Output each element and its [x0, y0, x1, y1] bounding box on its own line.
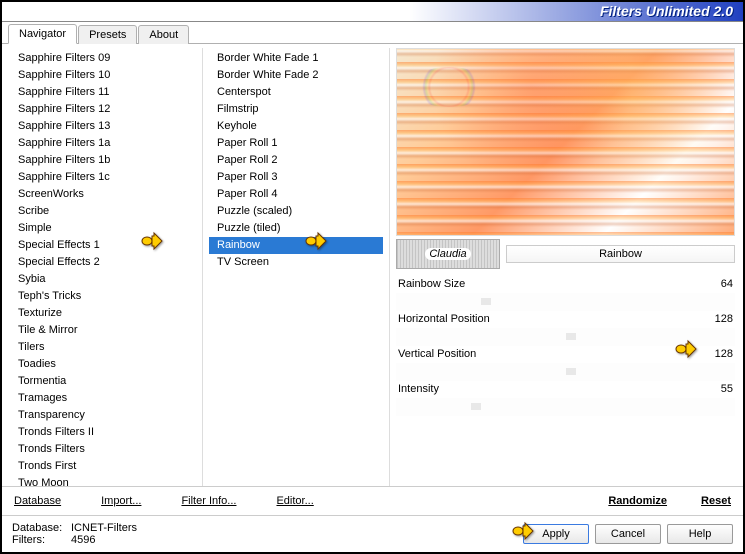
param-label: Vertical Position: [398, 347, 476, 362]
preview-image: [396, 48, 735, 236]
category-column: Sapphire Filters 09Sapphire Filters 10Sa…: [10, 48, 196, 486]
category-item[interactable]: Sybia: [10, 271, 196, 288]
category-item[interactable]: ScreenWorks: [10, 186, 196, 203]
title-bar: Filters Unlimited 2.0: [2, 2, 743, 22]
param-value: 64: [721, 277, 733, 292]
category-item[interactable]: Tronds Filters II: [10, 424, 196, 441]
cancel-button[interactable]: Cancel: [595, 524, 661, 544]
category-item[interactable]: Special Effects 1: [10, 237, 196, 254]
help-button[interactable]: Help: [667, 524, 733, 544]
reset-link[interactable]: Reset: [699, 493, 733, 509]
filter-info-link[interactable]: Filter Info...: [179, 493, 238, 509]
category-item[interactable]: Tramages: [10, 390, 196, 407]
category-item[interactable]: Tronds First: [10, 458, 196, 475]
param-value: 128: [715, 312, 733, 327]
filter-column: Border White Fade 1Border White Fade 2Ce…: [209, 48, 383, 486]
window: Filters Unlimited 2.0 Navigator Presets …: [2, 2, 743, 552]
main-area: Sapphire Filters 09Sapphire Filters 10Sa…: [2, 44, 743, 486]
filter-name-row: Claudia Rainbow: [396, 238, 735, 270]
category-item[interactable]: Tormentia: [10, 373, 196, 390]
bottom-button-row: Database: ICNET-Filters Filters: 4596 Ap…: [2, 515, 743, 552]
tab-navigator[interactable]: Navigator: [8, 24, 77, 44]
category-item[interactable]: Two Moon: [10, 475, 196, 486]
apply-button[interactable]: Apply: [523, 524, 589, 544]
category-item[interactable]: Sapphire Filters 12: [10, 101, 196, 118]
category-item[interactable]: Transparency: [10, 407, 196, 424]
filter-item[interactable]: Border White Fade 1: [209, 50, 383, 67]
filter-item[interactable]: Paper Roll 4: [209, 186, 383, 203]
status-filters-value: 4596: [71, 534, 95, 546]
tab-about[interactable]: About: [138, 25, 189, 44]
import-link[interactable]: Import...: [99, 493, 143, 509]
filter-item[interactable]: Puzzle (scaled): [209, 203, 383, 220]
category-item[interactable]: Sapphire Filters 1c: [10, 169, 196, 186]
param-slider[interactable]: [396, 398, 735, 416]
category-item[interactable]: Special Effects 2: [10, 254, 196, 271]
filter-item[interactable]: Centerspot: [209, 84, 383, 101]
filter-item[interactable]: Keyhole: [209, 118, 383, 135]
divider: [202, 48, 203, 486]
status-bar: Database: ICNET-Filters Filters: 4596: [12, 522, 202, 546]
param-value: 55: [721, 382, 733, 397]
param-row: Intensity 55: [396, 381, 735, 398]
filter-list[interactable]: Border White Fade 1Border White Fade 2Ce…: [209, 48, 383, 486]
filter-item[interactable]: TV Screen: [209, 254, 383, 271]
filter-item[interactable]: Paper Roll 1: [209, 135, 383, 152]
app-title: Filters Unlimited 2.0: [600, 3, 733, 19]
param-row: Vertical Position 128: [396, 346, 735, 363]
filter-item[interactable]: Puzzle (tiled): [209, 220, 383, 237]
param-label: Rainbow Size: [398, 277, 465, 292]
editor-link[interactable]: Editor...: [274, 493, 315, 509]
category-item[interactable]: Sapphire Filters 09: [10, 50, 196, 67]
param-row: Horizontal Position 128: [396, 311, 735, 328]
category-item[interactable]: Scribe: [10, 203, 196, 220]
category-item[interactable]: Sapphire Filters 13: [10, 118, 196, 135]
divider: [389, 48, 390, 486]
param-label: Horizontal Position: [398, 312, 490, 327]
category-item[interactable]: Texturize: [10, 305, 196, 322]
logo-badge: Claudia: [396, 239, 500, 269]
randomize-link[interactable]: Randomize: [606, 493, 669, 509]
param-slider[interactable]: [396, 293, 735, 311]
category-item[interactable]: Simple: [10, 220, 196, 237]
category-item[interactable]: Sapphire Filters 1b: [10, 152, 196, 169]
param-value: 128: [715, 347, 733, 362]
param-slider[interactable]: [396, 363, 735, 381]
category-item[interactable]: Teph's Tricks: [10, 288, 196, 305]
category-item[interactable]: Sapphire Filters 1a: [10, 135, 196, 152]
param-row: Rainbow Size 64: [396, 276, 735, 293]
status-db-value: ICNET-Filters: [71, 522, 137, 534]
database-link[interactable]: Database: [12, 493, 63, 509]
category-item[interactable]: Tronds Filters: [10, 441, 196, 458]
category-item[interactable]: Sapphire Filters 11: [10, 84, 196, 101]
filter-item[interactable]: Border White Fade 2: [209, 67, 383, 84]
tab-presets[interactable]: Presets: [78, 25, 137, 44]
parameter-panel: Rainbow Size64Horizontal Position128Vert…: [396, 276, 735, 486]
category-item[interactable]: Tile & Mirror: [10, 322, 196, 339]
filter-item[interactable]: Paper Roll 2: [209, 152, 383, 169]
filter-item[interactable]: Paper Roll 3: [209, 169, 383, 186]
status-db-label: Database:: [12, 522, 67, 534]
link-button-row: Database Import... Filter Info... Editor…: [2, 486, 743, 515]
current-filter-name: Rainbow: [506, 245, 735, 263]
preview-column: Claudia Rainbow Rainbow Size 64 Horizontal…: [396, 48, 735, 486]
filter-item[interactable]: Filmstrip: [209, 101, 383, 118]
filter-item[interactable]: Rainbow: [209, 237, 383, 254]
category-item[interactable]: Sapphire Filters 10: [10, 67, 196, 84]
param-label: Intensity: [398, 382, 439, 397]
category-item[interactable]: Toadies: [10, 356, 196, 373]
tab-row: Navigator Presets About: [2, 23, 743, 44]
category-list[interactable]: Sapphire Filters 09Sapphire Filters 10Sa…: [10, 48, 196, 486]
category-item[interactable]: Tilers: [10, 339, 196, 356]
status-filters-label: Filters:: [12, 534, 67, 546]
param-slider[interactable]: [396, 328, 735, 346]
